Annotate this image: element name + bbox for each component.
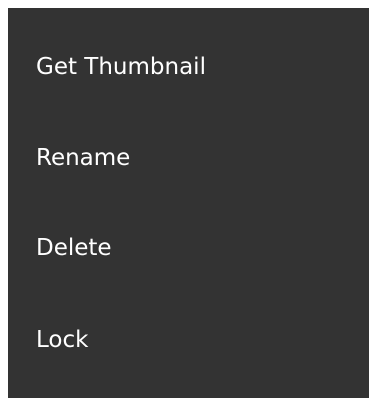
menu-item-label: Lock xyxy=(36,327,89,353)
menu-item-label: Rename xyxy=(36,145,131,171)
menu-item-delete[interactable]: Delete xyxy=(8,203,369,293)
menu-item-rename[interactable]: Rename xyxy=(8,113,369,203)
menu-item-lock[interactable]: Lock xyxy=(8,295,369,385)
menu-item-get-thumbnail[interactable]: Get Thumbnail xyxy=(8,22,369,112)
menu-item-label: Delete xyxy=(36,235,112,261)
menu-item-label: Get Thumbnail xyxy=(36,54,206,80)
context-menu: Get Thumbnail Rename Delete Lock xyxy=(8,8,369,398)
